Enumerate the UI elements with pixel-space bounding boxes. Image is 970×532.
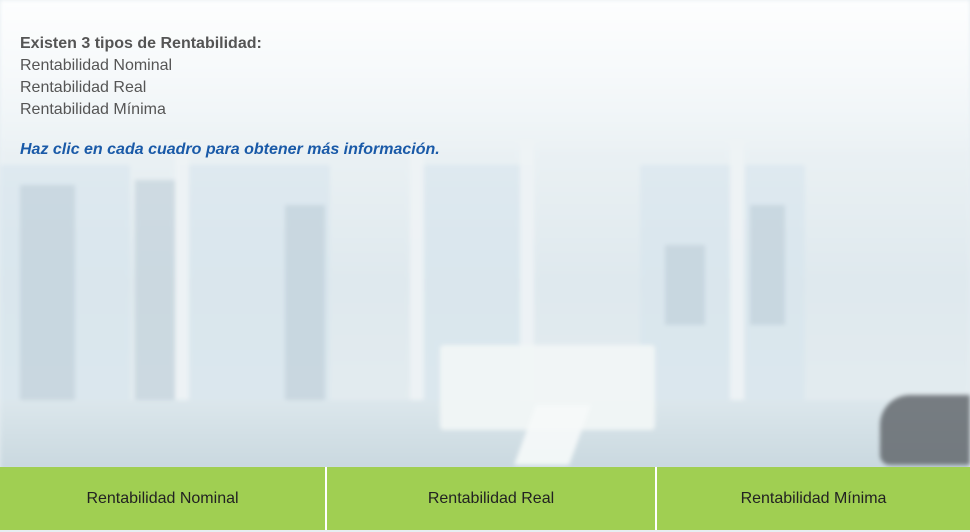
tab-bar: Rentabilidad Nominal Rentabilidad Real R… xyxy=(0,465,970,532)
intro-item-minima: Rentabilidad Mínima xyxy=(20,101,166,118)
intro-text: Existen 3 tipos de Rentabilidad: Rentabi… xyxy=(20,33,262,121)
slide: Existen 3 tipos de Rentabilidad: Rentabi… xyxy=(0,0,970,532)
tab-rentabilidad-minima[interactable]: Rentabilidad Mínima xyxy=(655,467,970,530)
tab-rentabilidad-real[interactable]: Rentabilidad Real xyxy=(325,467,655,530)
intro-item-real: Rentabilidad Real xyxy=(20,79,147,96)
intro-item-nominal: Rentabilidad Nominal xyxy=(20,57,173,74)
tab-label: Rentabilidad Nominal xyxy=(86,489,239,507)
tab-label: Rentabilidad Mínima xyxy=(740,489,887,507)
instruction-text: Haz clic en cada cuadro para obtener más… xyxy=(20,141,440,158)
tab-rentabilidad-nominal[interactable]: Rentabilidad Nominal xyxy=(0,467,325,530)
intro-heading: Existen 3 tipos de Rentabilidad: xyxy=(20,35,262,52)
tab-label: Rentabilidad Real xyxy=(427,489,555,507)
